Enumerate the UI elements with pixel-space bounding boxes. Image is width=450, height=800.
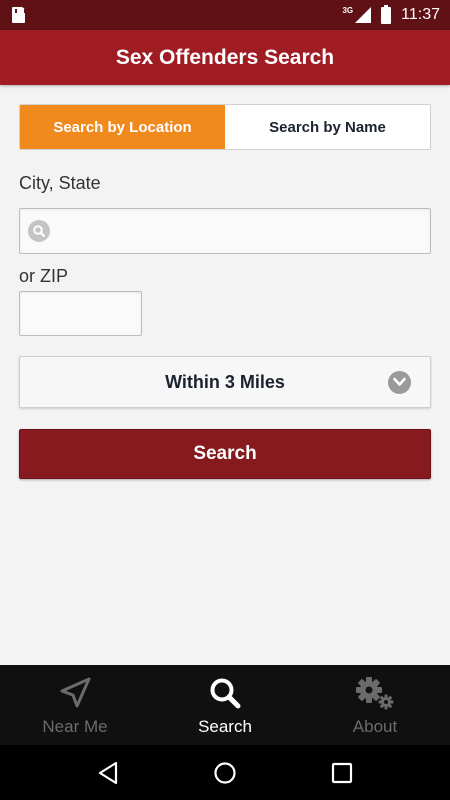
back-triangle-icon (99, 761, 118, 784)
tab-search-by-name[interactable]: Search by Name (225, 105, 430, 149)
search-icon (208, 675, 242, 711)
tab-label: Search (198, 717, 252, 736)
recents-square-icon (331, 762, 352, 783)
search-button[interactable]: Search (19, 429, 431, 479)
city-state-field[interactable] (19, 208, 431, 254)
city-state-input[interactable] (50, 209, 430, 253)
recents-button[interactable] (322, 753, 362, 793)
distance-select[interactable]: Within 3 Miles (19, 356, 431, 408)
tab-label: Near Me (42, 717, 108, 736)
tab-search[interactable]: Search (150, 665, 300, 745)
status-time: 11:37 (401, 6, 440, 23)
signal-icon (355, 7, 372, 23)
search-button-label: Search (193, 443, 257, 464)
back-button[interactable] (88, 753, 128, 793)
navigation-arrow-icon (58, 675, 92, 711)
city-state-label: City, State (19, 173, 101, 193)
battery-icon (381, 4, 392, 24)
tab-search-by-location[interactable]: Search by Location (20, 105, 225, 149)
tab-about[interactable]: About (300, 665, 450, 745)
chevron-down-icon (388, 371, 411, 394)
zip-field[interactable] (19, 291, 142, 336)
tab-label: About (352, 717, 398, 736)
status-bar: 3G 11:37 (0, 0, 450, 30)
bottom-tab-bar: Near Me Search About (0, 665, 450, 745)
sd-card-icon (12, 7, 26, 23)
home-button[interactable] (205, 753, 245, 793)
tab-near-me[interactable]: Near Me (0, 665, 150, 745)
tab-label: Search by Name (269, 118, 386, 136)
app-bar: Sex Offenders Search (0, 30, 450, 85)
zip-label: or ZIP (19, 266, 69, 286)
search-mode-tabs: Search by Location Search by Name (19, 104, 431, 150)
distance-selected-value: Within 3 Miles (165, 371, 285, 392)
system-nav-bar (0, 745, 450, 800)
search-icon (28, 220, 50, 242)
page-title: Sex Offenders Search (115, 45, 335, 69)
search-form: Search by Location Search by Name City, … (0, 85, 450, 665)
zip-input[interactable] (20, 292, 141, 335)
network-type: 3G (342, 5, 354, 15)
tab-label: Search by Location (53, 118, 192, 136)
home-circle-icon (214, 761, 236, 784)
gears-icon (354, 675, 396, 711)
